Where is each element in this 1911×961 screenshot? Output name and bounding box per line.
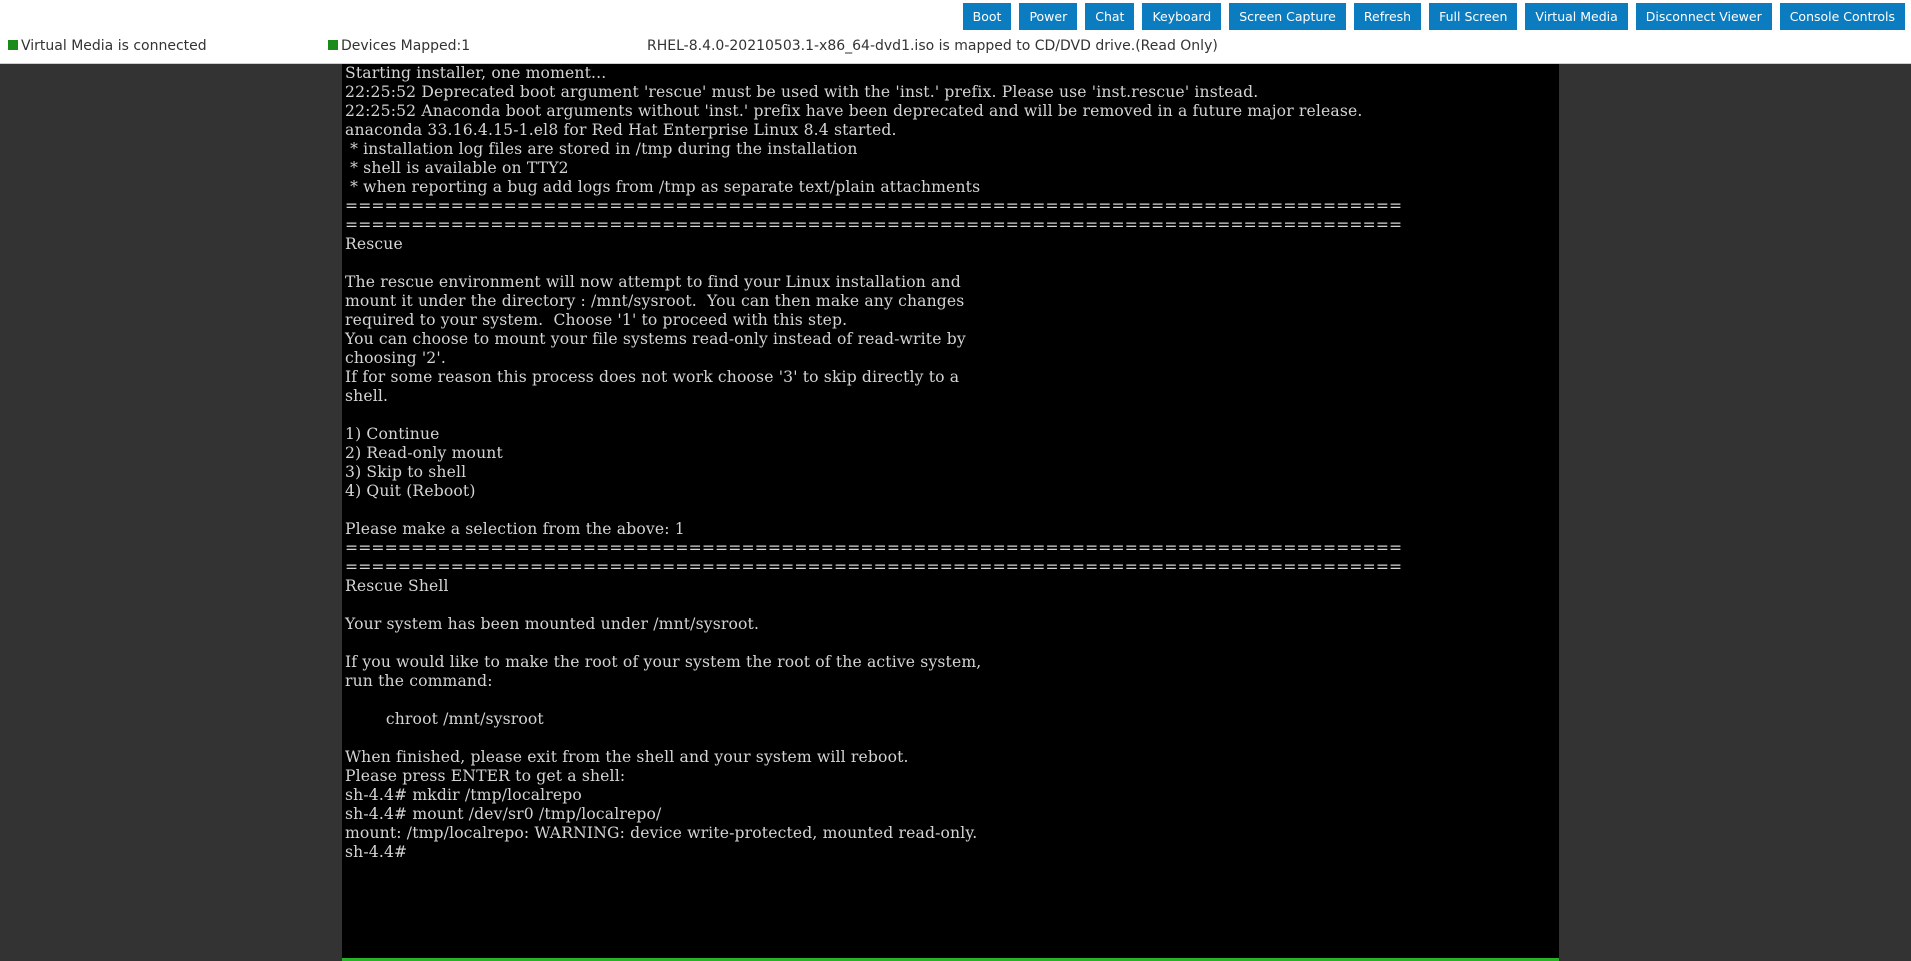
power-button[interactable]: Power [1019,3,1078,30]
console-line: ​ [345,501,1559,520]
console-line: Starting installer, one moment... [345,64,607,82]
console-line: 22:25:52 Anaconda boot arguments without… [345,102,1363,120]
viewer-toolbar: Boot Power Chat Keyboard Screen Capture … [962,3,1905,30]
console-line: If you would like to make the root of yo… [345,653,982,671]
console-line: sh-4.4# mount /dev/sr0 /tmp/localrepo/ [345,805,662,823]
console-line: ========================================… [345,539,1403,557]
console-line: ​ [345,254,1559,273]
console-controls-button[interactable]: Console Controls [1779,3,1905,30]
console-line: Rescue Shell [345,577,449,595]
viewer-header: Boot Power Chat Keyboard Screen Capture … [0,0,1911,64]
console-line: Please press ENTER to get a shell: [345,767,626,785]
disconnect-viewer-button[interactable]: Disconnect Viewer [1635,3,1772,30]
virtual-media-button[interactable]: Virtual Media [1525,3,1628,30]
console-line: ========================================… [345,216,1403,234]
console-line: Your system has been mounted under /mnt/… [345,615,760,633]
devices-mapped-status: Devices Mapped:1 [328,36,470,56]
console-line: ========================================… [345,558,1403,576]
iso-mapping-text: RHEL-8.4.0-20210503.1-x86_64-dvd1.iso is… [647,38,1218,54]
console-line: ========================================… [345,197,1403,215]
console-line: chroot /mnt/sysroot [345,710,544,728]
mapped-indicator-icon [328,40,338,50]
full-screen-button[interactable]: Full Screen [1429,3,1518,30]
console-line: anaconda 33.16.4.15-1.el8 for Red Hat En… [345,121,897,139]
console-line: Please make a selection from the above: … [345,520,685,538]
keyboard-button[interactable]: Keyboard [1142,3,1222,30]
console-line: choosing '2'. [345,349,446,367]
devices-mapped-text: Devices Mapped:1 [341,38,471,54]
console-line: * shell is available on TTY2 [345,159,569,177]
console-line: 2) Read-only mount [345,444,503,462]
console-line: 3) Skip to shell [345,463,467,481]
console-line: ​ [345,406,1559,425]
console-line: required to your system. Choose '1' to p… [345,311,848,329]
console-line: 22:25:52 Deprecated boot argument 'rescu… [345,83,1259,101]
refresh-button[interactable]: Refresh [1353,3,1422,30]
connected-indicator-icon [8,40,18,50]
console-line: shell. [345,387,389,405]
console-line: mount: /tmp/localrepo: WARNING: device w… [345,824,978,842]
console-line: The rescue environment will now attempt … [345,273,961,291]
console-output: Starting installer, one moment... 22:25:5… [342,64,1559,862]
console-line: 4) Quit (Reboot) [345,482,476,500]
console-line: Rescue [345,235,403,253]
console-line: mount it under the directory : /mnt/sysr… [345,292,965,310]
chat-button[interactable]: Chat [1085,3,1135,30]
screen-capture-button[interactable]: Screen Capture [1229,3,1346,30]
console-line: * when reporting a bug add logs from /tm… [345,178,981,196]
boot-button[interactable]: Boot [962,3,1012,30]
remote-console-screen[interactable]: Starting installer, one moment... 22:25:5… [342,64,1559,961]
console-line: When finished, please exit from the shel… [345,748,909,766]
virtual-media-status-text: Virtual Media is connected [21,38,207,54]
console-line: ​ [345,691,1559,710]
console-line: ​ [345,729,1559,748]
iso-mapping-status: RHEL-8.4.0-20210503.1-x86_64-dvd1.iso is… [647,36,1218,56]
console-line: You can choose to mount your file system… [345,330,966,348]
console-line: 1) Continue [345,425,440,443]
console-line: If for some reason this process does not… [345,368,960,386]
console-line: sh-4.4# [345,843,408,861]
console-line: ​ [345,596,1559,615]
console-line: sh-4.4# mkdir /tmp/localrepo [345,786,582,804]
virtual-media-status: Virtual Media is connected [8,36,207,56]
console-line: run the command: [345,672,493,690]
console-line: ​ [345,634,1559,653]
console-line: * installation log files are stored in /… [345,140,858,158]
